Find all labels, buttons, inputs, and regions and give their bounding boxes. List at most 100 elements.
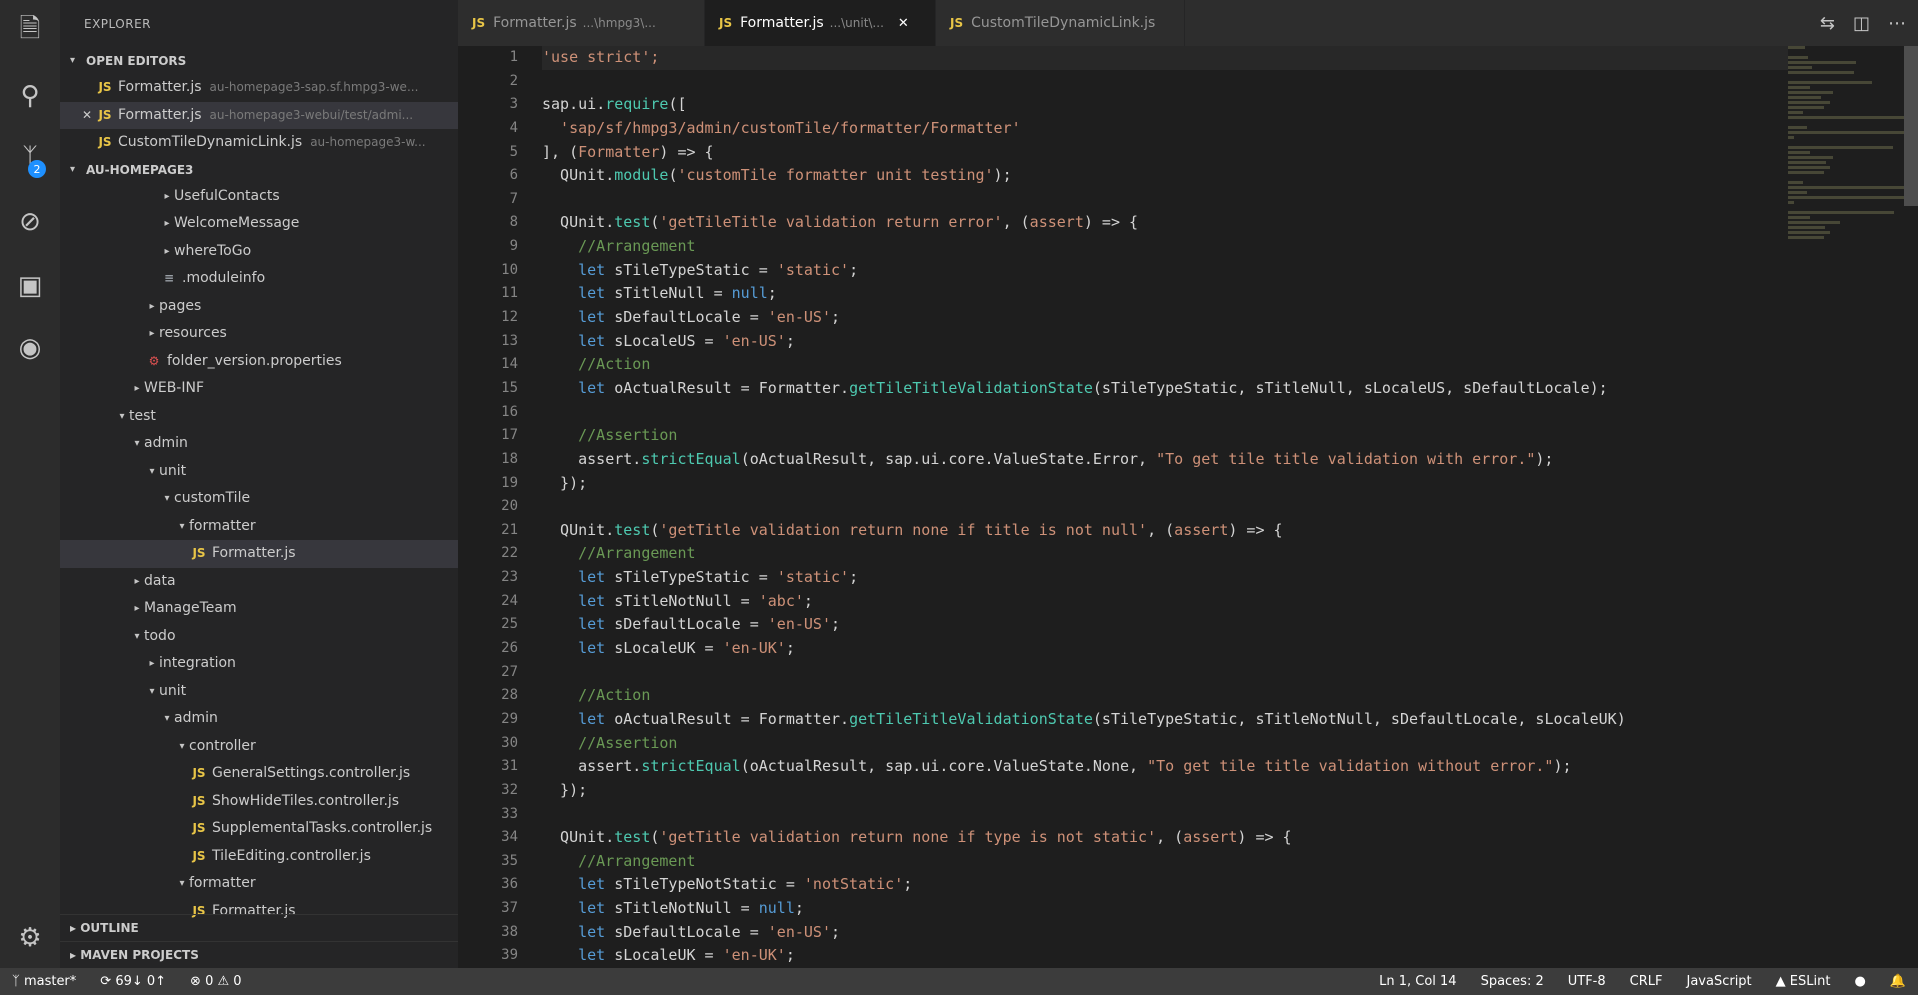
js-file-icon: JS bbox=[192, 766, 206, 780]
open-editor-item[interactable]: ✕ JS Formatter.js au-homepage3-webui/test/a… bbox=[60, 101, 458, 130]
tree-folder[interactable]: ▸ whereToGo bbox=[60, 238, 458, 266]
feedback-icon[interactable]: ● bbox=[1842, 974, 1877, 989]
tree-file[interactable]: JS GeneralSettings.controller.js bbox=[60, 760, 458, 788]
tree-folder[interactable]: ▾ unit bbox=[60, 678, 458, 706]
code-token: 'en-UK' bbox=[722, 639, 786, 658]
project-header[interactable]: ▾ AU-HOMEPAGE3 bbox=[60, 157, 458, 183]
tree-folder[interactable]: ▸ data bbox=[60, 568, 458, 596]
tree-folder[interactable]: ▸ WEB-INF bbox=[60, 375, 458, 403]
tree-folder[interactable]: ▾ customTile bbox=[60, 485, 458, 513]
tree-folder[interactable]: ▾ admin bbox=[60, 430, 458, 458]
eslint-status[interactable]: ▲ ESLint bbox=[1764, 974, 1843, 989]
split-editor-icon[interactable]: ◫ bbox=[1853, 13, 1870, 34]
tree-folder[interactable]: ▾ formatter bbox=[60, 870, 458, 898]
tree-file[interactable]: ≡ .moduleinfo bbox=[60, 265, 458, 293]
minimap-line bbox=[1788, 116, 1904, 119]
tree-folder[interactable]: ▾ unit bbox=[60, 458, 458, 486]
search-icon[interactable]: ⚲ bbox=[12, 78, 48, 114]
cursor-position[interactable]: Ln 1, Col 14 bbox=[1367, 974, 1468, 989]
tree-folder[interactable]: ▾ admin bbox=[60, 705, 458, 733]
more-actions-icon[interactable]: ⋯ bbox=[1888, 13, 1906, 34]
open-editor-item[interactable]: JS CustomTileDynamicLink.js au-homepage3-w… bbox=[60, 129, 458, 157]
indentation[interactable]: Spaces: 2 bbox=[1469, 974, 1556, 989]
tree-file[interactable]: JS SupplementalTasks.controller.js bbox=[60, 815, 458, 843]
minimap[interactable] bbox=[1788, 46, 1904, 466]
tree-folder[interactable]: ▸ UsefulContacts bbox=[60, 183, 458, 211]
language-mode[interactable]: JavaScript bbox=[1674, 974, 1763, 989]
minimap-line bbox=[1788, 101, 1831, 104]
settings-gear-icon[interactable]: ⚙ bbox=[12, 920, 48, 956]
tree-item-label: WelcomeMessage bbox=[174, 215, 300, 231]
vertical-scrollbar[interactable] bbox=[1904, 46, 1918, 968]
code-token: getTileTitleValidationState bbox=[849, 378, 1093, 397]
tree-folder[interactable]: ▾ test bbox=[60, 403, 458, 431]
minimap-line bbox=[1788, 231, 1831, 234]
code-area[interactable]: 'use strict'; sap.ui.require([ 'sap/sf/hm… bbox=[542, 46, 1788, 968]
tree-item-label: TileEditing.controller.js bbox=[212, 847, 371, 864]
tab-formatter-unit[interactable]: JS Formatter.js ...\unit\... ✕ bbox=[705, 0, 936, 46]
code-token: 'en-US' bbox=[722, 331, 786, 350]
chevron-right-icon: ▸ bbox=[164, 190, 170, 202]
code-token: . bbox=[596, 95, 606, 114]
open-editor-item[interactable]: JS Formatter.js au-homepage3-sap.sf.hmpg3-… bbox=[60, 74, 458, 102]
tree-item-label: GeneralSettings.controller.js bbox=[212, 765, 411, 781]
code-token: strictEqual bbox=[641, 449, 741, 468]
code-token: ) => { bbox=[1237, 828, 1292, 847]
scrollbar-thumb[interactable] bbox=[1904, 46, 1918, 206]
tree-item-label: UsefulContacts bbox=[174, 187, 280, 204]
tree-folder[interactable]: ▾ controller bbox=[60, 733, 458, 761]
tree-file[interactable]: JS ShowHideTiles.controller.js bbox=[60, 788, 458, 816]
end-of-line[interactable]: CRLF bbox=[1618, 974, 1675, 989]
outline-header[interactable]: ▸ OUTLINE bbox=[60, 914, 458, 941]
tab-formatter-hmpg3[interactable]: JS Formatter.js ...\hmpg3\... bbox=[458, 0, 705, 46]
code-token: 'en-US' bbox=[767, 615, 831, 634]
debug-icon[interactable]: ⊘ bbox=[12, 204, 48, 240]
code-token: assert. bbox=[542, 449, 642, 468]
close-icon[interactable]: ✕ bbox=[898, 16, 909, 31]
code-token: , ( bbox=[1147, 520, 1175, 539]
tree-folder[interactable]: ▸ pages bbox=[60, 293, 458, 321]
code-token: let bbox=[542, 260, 615, 279]
code-token: . bbox=[605, 520, 615, 539]
line-number: 18 bbox=[501, 450, 518, 467]
code-line: let sTileTypeStatic = 'static'; bbox=[542, 566, 1788, 590]
open-changes-icon[interactable]: ⇆ bbox=[1820, 13, 1835, 34]
maven-projects-header[interactable]: ▸ MAVEN PROJECTS bbox=[60, 941, 458, 968]
tree-folder[interactable]: ▸ WelcomeMessage bbox=[60, 210, 458, 238]
code-editor[interactable]: 1 2 3 4 5 6 7 8 9 10 11 12 13 14 15 16 17 18 19 20 21 22 23 24 2… bbox=[458, 46, 1918, 968]
tree-folder[interactable]: ▾ formatter bbox=[60, 513, 458, 541]
tree-folder[interactable]: ▸ resources bbox=[60, 320, 458, 348]
tree-file[interactable]: JS TileEditing.controller.js bbox=[60, 843, 458, 871]
extensions-icon[interactable]: ▣ bbox=[12, 268, 48, 304]
encoding[interactable]: UTF-8 bbox=[1556, 974, 1618, 989]
line-number: 33 bbox=[501, 805, 518, 822]
files-icon[interactable]: 🗎 bbox=[12, 14, 48, 50]
open-editor-dir: au-homepage3-w... bbox=[310, 135, 426, 149]
sync-status[interactable]: ⟳ 69↓ 0↑ bbox=[88, 974, 178, 989]
tree-folder[interactable]: ▸ ManageTeam bbox=[60, 595, 458, 623]
tree-item-label: ManageTeam bbox=[144, 600, 237, 616]
code-token: ; bbox=[831, 615, 841, 634]
tree-folder[interactable]: ▸ integration bbox=[60, 650, 458, 678]
branch-icon: ᛉ bbox=[12, 974, 24, 989]
open-editors-header[interactable]: ▾ OPEN EDITORS bbox=[60, 48, 458, 74]
file-icon: ≡ bbox=[163, 271, 175, 285]
code-token: ) => { bbox=[1228, 520, 1283, 539]
line-number: 8 bbox=[509, 214, 518, 231]
remote-icon[interactable]: ◉ bbox=[12, 330, 48, 366]
tree-file[interactable]: ⚙ folder_version.properties bbox=[60, 348, 458, 376]
code-line: let sTitleNotNull = null; bbox=[542, 897, 1788, 921]
tree-item-label: unit bbox=[159, 682, 187, 699]
tree-folder[interactable]: ▾ todo bbox=[60, 623, 458, 651]
tree-file[interactable]: JS Formatter.js bbox=[60, 540, 458, 568]
chevron-right-icon: ▸ bbox=[134, 575, 140, 587]
notifications-bell-icon[interactable]: 🔔 bbox=[1878, 974, 1918, 989]
tab-dir: ...\unit\... bbox=[829, 16, 884, 30]
minimap-line bbox=[1788, 131, 1904, 134]
close-icon[interactable]: ✕ bbox=[78, 102, 96, 130]
tab-custom-tile-dynamic-link[interactable]: JS CustomTileDynamicLink.js bbox=[936, 0, 1185, 46]
git-branch[interactable]: ᛉ master* bbox=[0, 974, 88, 989]
tree-item-label: formatter bbox=[189, 875, 256, 891]
problems-status[interactable]: ⊗ 0 ⚠ 0 bbox=[178, 974, 254, 989]
